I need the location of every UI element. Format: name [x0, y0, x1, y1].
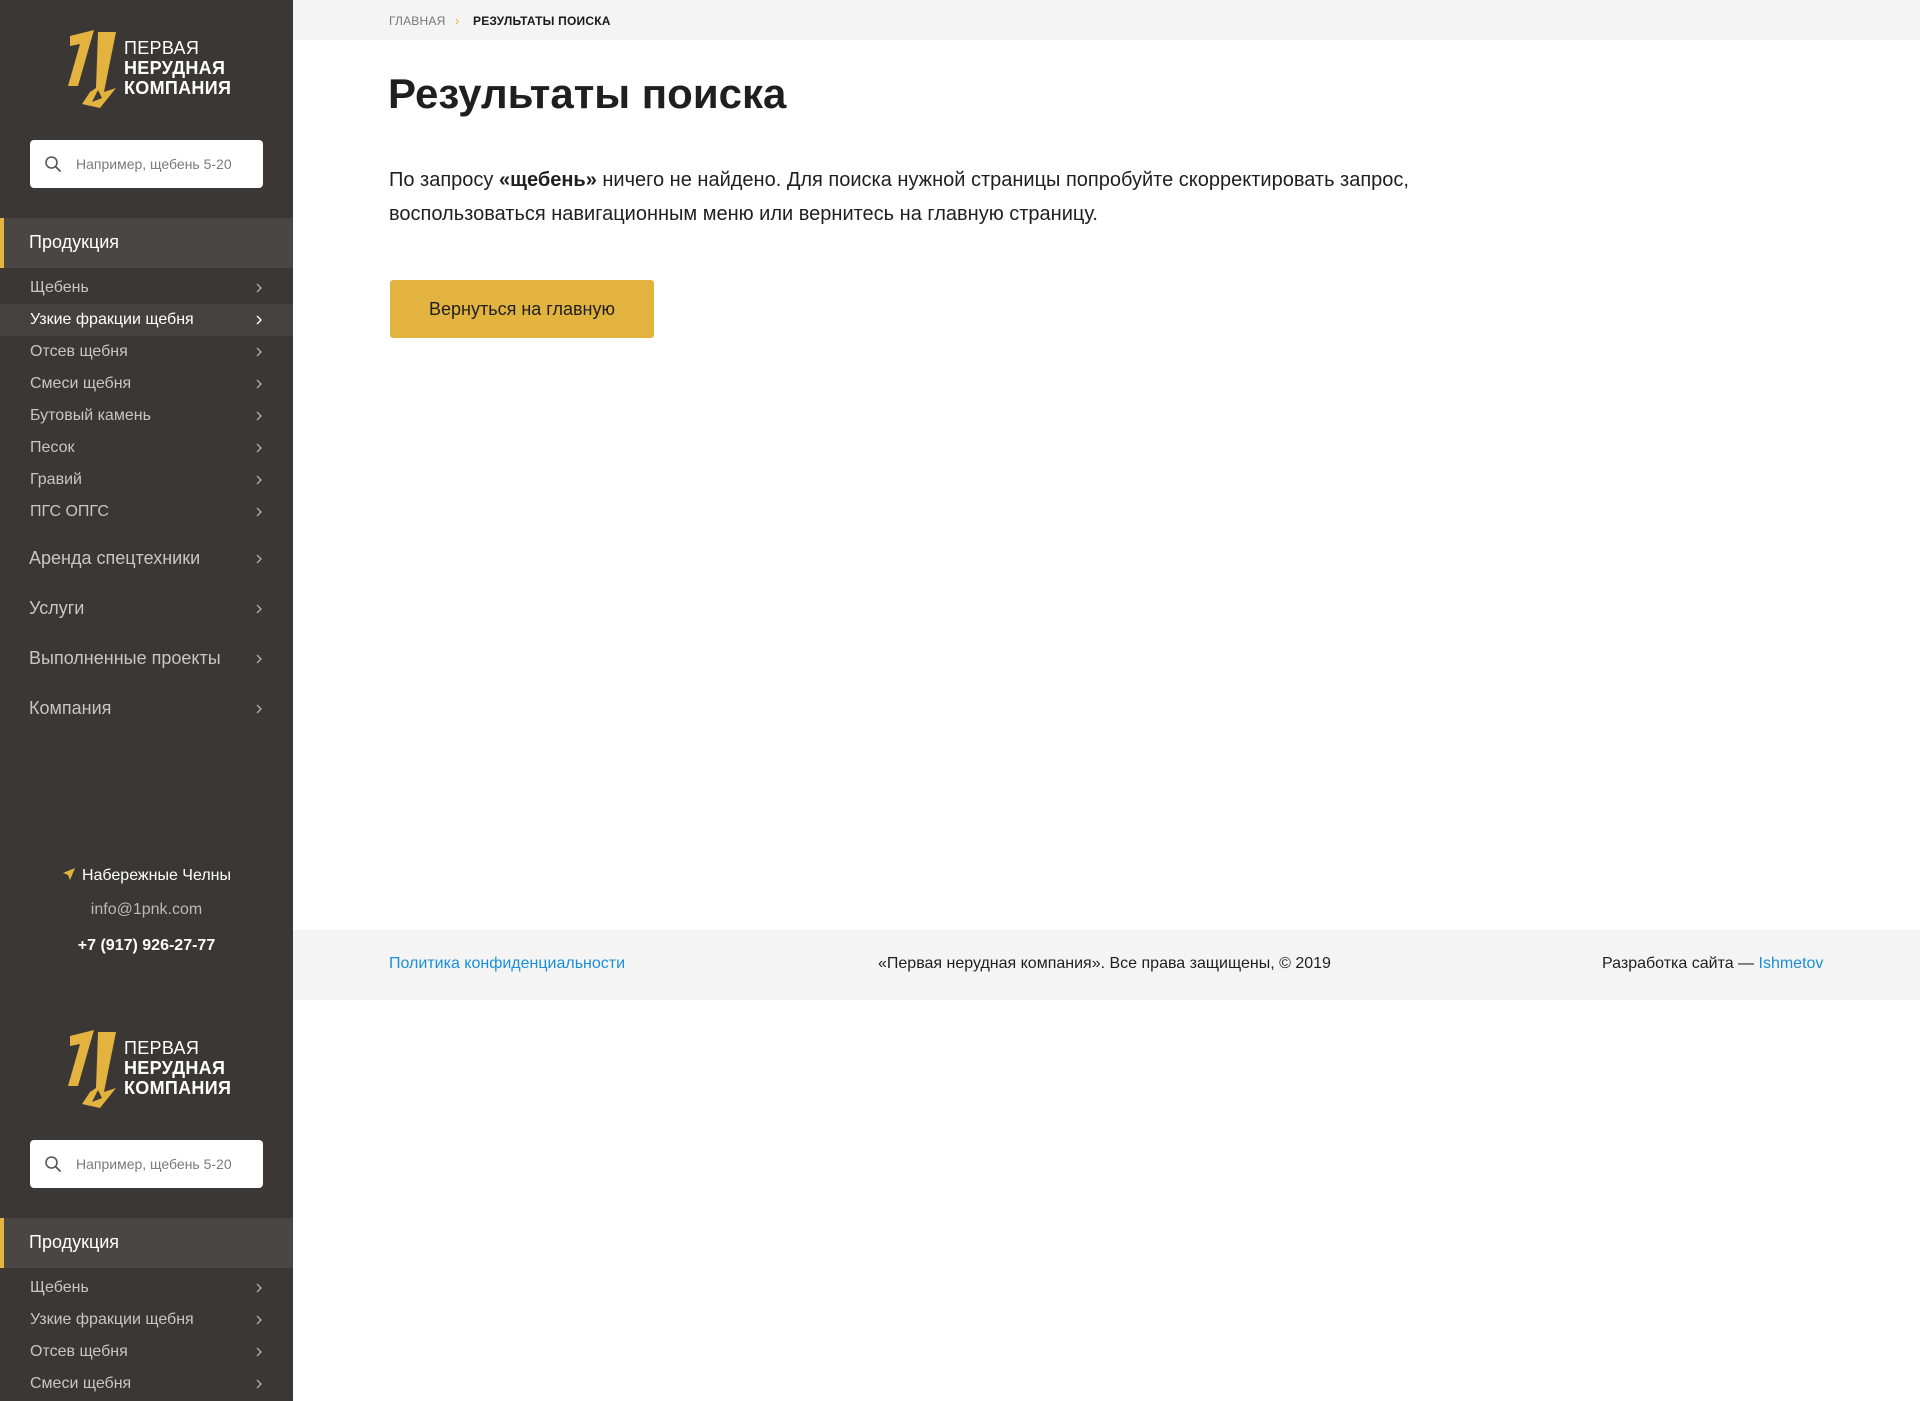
submenu-item-label: Песок [30, 439, 75, 456]
search-query: «щебень» [498, 169, 597, 191]
phone-link[interactable]: +7 (917) 926-27-77 [0, 928, 293, 964]
logo-icon [68, 30, 116, 108]
logo-line-3: КОМПАНИЯ [124, 1078, 232, 1098]
chevron-right-icon [256, 347, 262, 357]
chevron-right-icon [256, 379, 262, 389]
logo-line-1: ПЕРВАЯ [124, 38, 200, 58]
breadcrumb-separator-icon: › [455, 13, 460, 28]
menu-item-services[interactable]: Услуги [0, 584, 293, 634]
submenu-item-mixes[interactable]: Смеси щебня [0, 368, 293, 400]
products-submenu: Щебень Узкие фракции щебня Отсев щебня С… [0, 272, 293, 528]
submenu-item-crushed-stone[interactable]: Щебень [0, 272, 293, 304]
city-selector[interactable]: Набережные Челны [0, 862, 293, 890]
menu-item-projects[interactable]: Выполненные проекты [0, 634, 293, 684]
developer-link[interactable]: Ishmetov [1759, 955, 1824, 972]
menu-section-label: Продукция [29, 1232, 120, 1252]
menu-item-label: Услуги [29, 598, 85, 618]
chevron-right-icon [256, 654, 262, 664]
submenu-item-label: Смеси щебня [30, 375, 132, 392]
submenu-item-label: Смеси щебня [30, 1375, 132, 1392]
chevron-right-icon [256, 315, 262, 325]
menu-section-label: Продукция [29, 232, 120, 252]
chevron-right-icon [256, 475, 262, 485]
chevron-right-icon [256, 554, 262, 564]
chevron-right-icon [256, 1315, 262, 1325]
chevron-right-icon [256, 283, 262, 293]
logo-line-2: НЕРУДНАЯ [124, 58, 226, 78]
search-input[interactable] [76, 1140, 256, 1188]
location-arrow-icon [62, 867, 75, 880]
message-prefix: По запросу [389, 169, 499, 191]
submenu-item-label: Щебень [30, 279, 89, 296]
chevron-right-icon [256, 411, 262, 421]
logo-line-3: КОМПАНИЯ [124, 78, 232, 98]
menu-item-label: Аренда спецтехники [29, 548, 201, 568]
submenu-item-narrow-fractions[interactable]: Узкие фракции щебня [0, 1304, 293, 1336]
submenu-item-screening[interactable]: Отсев щебня [0, 1336, 293, 1368]
breadcrumb-current: Результаты поиска [473, 14, 611, 28]
submenu-item-label: Гравий [30, 471, 82, 488]
search-box [30, 1140, 263, 1188]
breadcrumb: Главная › Результаты поиска [293, 0, 1920, 40]
submenu-item-label: Щебень [30, 1279, 89, 1296]
submenu-item-label: Бутовый камень [30, 407, 151, 424]
privacy-policy-link[interactable]: Политика конфиденциальности [389, 955, 625, 973]
search-box [30, 140, 263, 188]
contacts: Набережные Челны info@1pnk.com +7 (917) … [0, 862, 293, 964]
chevron-right-icon [256, 704, 262, 714]
menu-item-equipment-rental[interactable]: Аренда спецтехники [0, 534, 293, 584]
logo-text: ПЕРВАЯ НЕРУДНАЯ КОМПАНИЯ [124, 1038, 231, 1098]
submenu-item-label: Отсев щебня [30, 1343, 128, 1360]
menu-item-label: Компания [29, 698, 112, 718]
menu-section-products[interactable]: Продукция [0, 1218, 293, 1268]
submenu-item-crushed-stone[interactable]: Щебень [0, 1272, 293, 1304]
sidebar: ПЕРВАЯ НЕРУДНАЯ КОМПАНИЯ Продукция Щебен… [0, 0, 293, 1401]
chevron-right-icon [256, 1283, 262, 1293]
logo[interactable]: ПЕРВАЯ НЕРУДНАЯ КОМПАНИЯ [64, 28, 234, 112]
search-icon[interactable] [44, 1155, 62, 1173]
city-label: Набережные Челны [81, 867, 232, 884]
chevron-right-icon [256, 507, 262, 517]
footer: Политика конфиденциальности «Первая неру… [293, 930, 1920, 1000]
products-submenu: Щебень Узкие фракции щебня Отсев щебня С… [0, 1272, 293, 1400]
submenu-item-rubble-stone[interactable]: Бутовый камень [0, 400, 293, 432]
chevron-right-icon [256, 604, 262, 614]
logo-line-1: ПЕРВАЯ [124, 1038, 200, 1058]
developer-credit: Разработка сайта — Ishmetov [1602, 955, 1823, 973]
email-link[interactable]: info@1pnk.com [0, 892, 293, 928]
developer-prefix: Разработка сайта — [1602, 955, 1759, 972]
submenu-item-sand[interactable]: Песок [0, 432, 293, 464]
logo-text: ПЕРВАЯ НЕРУДНАЯ КОМПАНИЯ [124, 38, 231, 98]
back-home-button[interactable]: Вернуться на главную [390, 280, 654, 338]
submenu-item-label: Отсев щебня [30, 343, 128, 360]
search-icon[interactable] [44, 155, 62, 173]
main-menu: Аренда спецтехники Услуги Выполненные пр… [0, 534, 293, 734]
submenu-item-gravel[interactable]: Гравий [0, 464, 293, 496]
copyright: «Первая нерудная компания». Все права за… [878, 955, 1331, 972]
breadcrumb-home-link[interactable]: Главная [389, 14, 445, 28]
page-title: Результаты поиска [388, 70, 787, 117]
chevron-right-icon [256, 443, 262, 453]
search-input[interactable] [76, 140, 256, 188]
chevron-right-icon [256, 1379, 262, 1389]
menu-item-company[interactable]: Компания [0, 684, 293, 734]
menu-section-products[interactable]: Продукция [0, 218, 293, 268]
submenu-item-pgs[interactable]: ПГС ОПГС [0, 496, 293, 528]
menu-item-label: Выполненные проекты [29, 648, 221, 668]
submenu-item-label: Узкие фракции щебня [30, 311, 194, 328]
submenu-item-screening[interactable]: Отсев щебня [0, 336, 293, 368]
submenu-item-label: Узкие фракции щебня [30, 1311, 194, 1328]
logo-icon [68, 1030, 116, 1108]
logo[interactable]: ПЕРВАЯ НЕРУДНАЯ КОМПАНИЯ [64, 1028, 234, 1112]
submenu-item-narrow-fractions[interactable]: Узкие фракции щебня [0, 304, 293, 336]
submenu-item-label: ПГС ОПГС [30, 503, 109, 520]
chevron-right-icon [256, 1347, 262, 1357]
no-results-message: По запросу «щебень» ничего не найдено. Д… [389, 163, 1449, 231]
submenu-item-mixes[interactable]: Смеси щебня [0, 1368, 293, 1400]
logo-line-2: НЕРУДНАЯ [124, 1058, 226, 1078]
